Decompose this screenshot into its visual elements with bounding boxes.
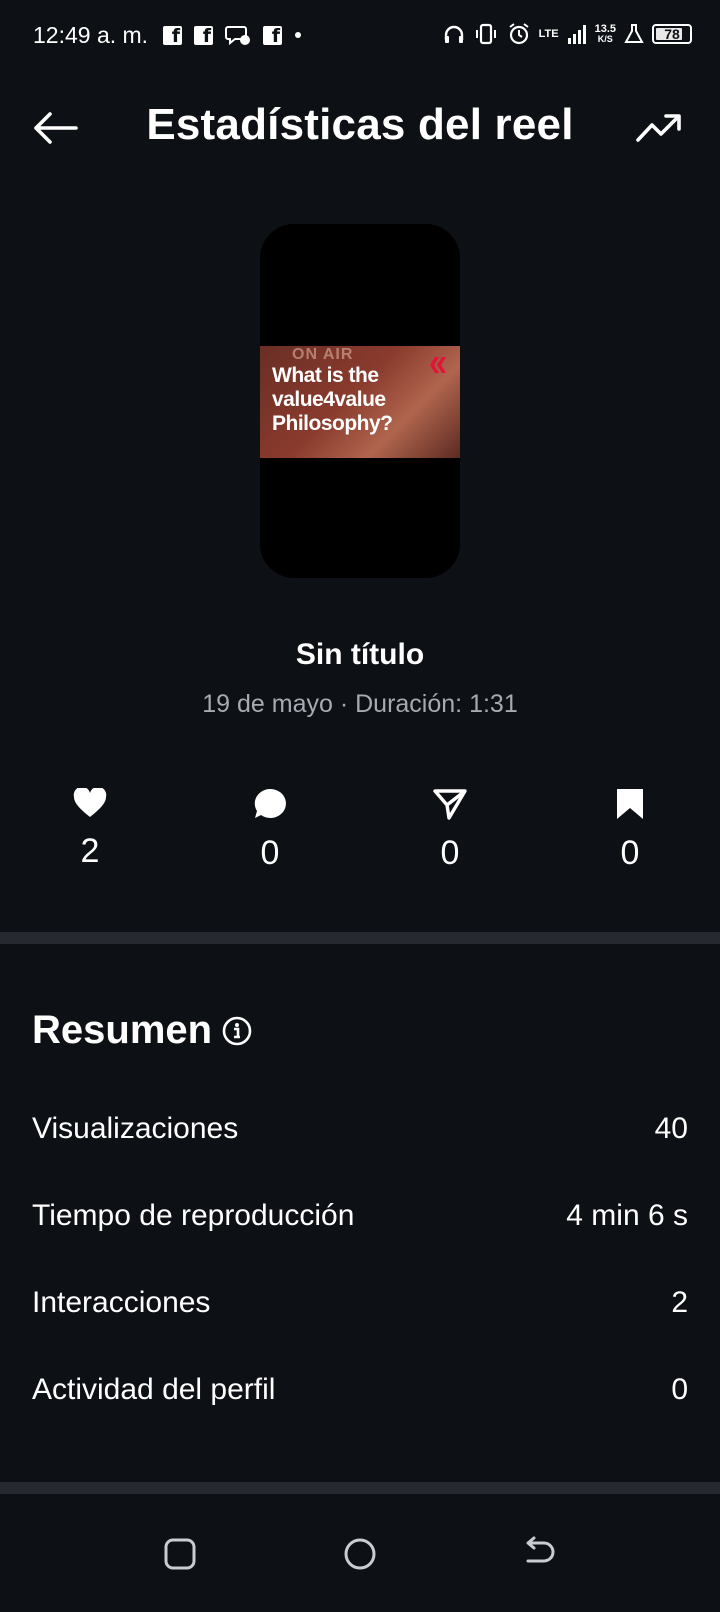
trending-up-icon (636, 114, 681, 142)
profile-activity-value: 0 (671, 1373, 688, 1406)
shares-count: 0 (440, 834, 460, 872)
flask-icon (624, 24, 644, 43)
summary-title: Resumen (32, 1008, 213, 1052)
bookmark-icon (617, 789, 643, 819)
trending-button[interactable] (634, 108, 684, 148)
signal-icon (567, 25, 586, 44)
status-indicators: LTE 13.5 K/S 78 (443, 22, 692, 46)
views-label: Visualizaciones (32, 1112, 239, 1145)
share-icon (433, 789, 467, 820)
summary-row-interactions[interactable]: Interacciones 2 (32, 1286, 688, 1330)
summary-row-watch-time[interactable]: Tiempo de reproducción 4 min 6 s (32, 1199, 688, 1243)
interactions-value: 2 (671, 1286, 688, 1319)
thumbnail-overlay-text: ON AIR (292, 346, 354, 363)
reel-preview[interactable]: ON AIR What is the value4value Philosoph… (260, 224, 460, 578)
comments-count: 0 (260, 834, 280, 872)
summary-row-profile-activity[interactable]: Actividad del perfil 0 (32, 1373, 688, 1417)
thumbnail-caption: What is the value4value Philosophy? (272, 364, 393, 435)
speed-value: 13.5 (594, 23, 616, 35)
reel-meta: 19 de mayo · Duración: 1:31 (202, 690, 518, 718)
likes-count: 2 (80, 832, 100, 870)
alarm-icon (509, 23, 529, 45)
network-type: LTE (538, 28, 559, 40)
notification-icons (163, 24, 302, 47)
facebook-icon (263, 25, 282, 47)
comment-icon (254, 788, 286, 818)
page-title: Estadísticas del reel (146, 100, 574, 149)
battery-indicator: 78 (652, 24, 692, 44)
status-time: 12:49 a. m. (33, 22, 149, 48)
info-icon[interactable] (222, 1016, 252, 1046)
section-divider (0, 932, 720, 944)
likes-counter: 2 (50, 788, 130, 871)
profile-activity-label: Actividad del perfil (32, 1373, 276, 1406)
saves-counter: 0 (590, 788, 670, 873)
home-icon[interactable] (340, 1534, 380, 1574)
interactions-label: Interacciones (32, 1286, 211, 1319)
back-nav-icon[interactable] (520, 1534, 560, 1574)
more-notifications-icon (295, 32, 301, 38)
saves-count: 0 (620, 834, 640, 872)
views-value: 40 (654, 1112, 688, 1145)
facebook-icon (194, 25, 213, 47)
heart-icon (73, 788, 107, 817)
system-nav-bar (0, 1494, 720, 1612)
recents-icon[interactable] (160, 1534, 200, 1574)
headphones-icon (444, 25, 463, 43)
reel-thumbnail: ON AIR What is the value4value Philosoph… (260, 346, 460, 458)
network-speed: 13.5 K/S (594, 23, 616, 45)
facebook-icon (163, 25, 182, 47)
shares-counter: 0 (410, 788, 490, 873)
speed-unit: K/S (597, 34, 613, 44)
section-divider (0, 1482, 720, 1494)
vibrate-icon (475, 23, 496, 45)
engagement-counters: 2 0 0 0 (0, 788, 720, 888)
top-app-bar: Estadísticas del reel (0, 90, 720, 166)
summary-row-views[interactable]: Visualizaciones 40 (32, 1112, 688, 1156)
watch-time-label: Tiempo de reproducción (32, 1199, 355, 1232)
battery-level: 78 (664, 26, 680, 42)
comments-counter: 0 (230, 788, 310, 873)
status-bar: 12:49 a. m. LTE (0, 0, 720, 72)
watch-time-value: 4 min 6 s (566, 1199, 688, 1232)
reel-title: Sin título (295, 638, 425, 671)
messenger-icon (225, 26, 250, 46)
